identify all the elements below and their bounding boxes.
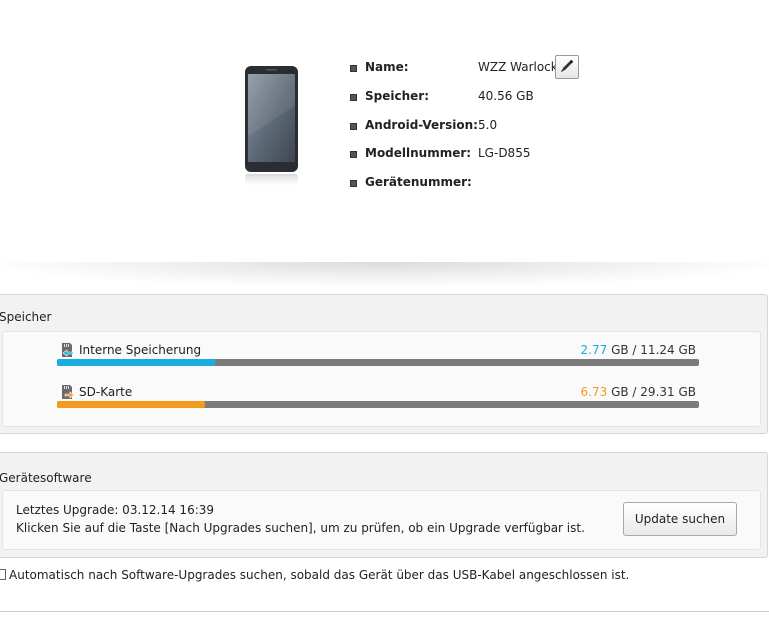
edit-name-button[interactable] bbox=[555, 55, 579, 79]
info-row-name: Name: bbox=[350, 59, 409, 75]
sd-card-bar bbox=[57, 401, 699, 408]
square-bullet-icon bbox=[350, 65, 357, 72]
upgrade-instruction-text: Klicken Sie auf die Taste [Nach Upgrades… bbox=[16, 521, 585, 535]
internal-storage-separator: / bbox=[632, 343, 637, 357]
square-bullet-icon bbox=[350, 151, 357, 158]
android-version-value: 5.0 bbox=[478, 118, 498, 132]
name-value: WZZ Warlock bbox=[478, 60, 558, 74]
info-row-model: Modellnummer: bbox=[350, 145, 471, 161]
internal-storage-label: Interne Speicherung bbox=[79, 343, 202, 357]
sd-card-used-unit: GB bbox=[611, 385, 629, 399]
software-panel-title: Gerätesoftware bbox=[0, 471, 92, 485]
sd-card-separator: / bbox=[632, 385, 637, 399]
storage-value: 40.56 GB bbox=[478, 89, 534, 103]
auto-upgrade-label: Automatisch nach Software-Upgrades suche… bbox=[9, 568, 630, 582]
storage-row-internal: Interne Speicherung 2.77 GB / 11.24 GB bbox=[57, 342, 699, 376]
internal-storage-used: 2.77 bbox=[580, 343, 608, 357]
sd-card-used: 6.73 bbox=[580, 385, 608, 399]
info-row-storage: Speicher: bbox=[350, 88, 429, 104]
sd-card-icon bbox=[59, 384, 75, 400]
internal-storage-used-unit: GB bbox=[611, 343, 629, 357]
sd-card-amount: 6.73 GB / 29.31 GB bbox=[581, 385, 696, 399]
internal-storage-bar bbox=[57, 359, 699, 366]
storage-label: Speicher: bbox=[365, 89, 429, 103]
sd-card-total: 29.31 GB bbox=[640, 385, 696, 399]
model-number-value: LG-D855 bbox=[478, 146, 531, 160]
square-bullet-icon bbox=[350, 123, 357, 130]
internal-storage-icon bbox=[59, 342, 75, 358]
auto-upgrade-checkbox[interactable] bbox=[0, 569, 6, 580]
sd-card-label: SD-Karte bbox=[79, 385, 133, 399]
internal-storage-bar-fill bbox=[57, 359, 215, 366]
bottom-divider bbox=[0, 611, 769, 612]
internal-storage-amount: 2.77 GB / 11.24 GB bbox=[581, 343, 696, 357]
info-row-serial: Gerätenummer: bbox=[350, 174, 472, 190]
sd-card-bar-fill bbox=[57, 401, 205, 408]
last-upgrade-text: Letztes Upgrade: 03.12.14 16:39 bbox=[16, 503, 215, 517]
serial-number-label: Gerätenummer: bbox=[365, 175, 472, 189]
name-label: Name: bbox=[365, 60, 409, 74]
update-search-button[interactable]: Update suchen bbox=[623, 502, 737, 536]
internal-storage-total: 11.24 GB bbox=[640, 343, 696, 357]
android-version-label: Android-Version: bbox=[365, 118, 478, 132]
info-row-android: Android-Version: bbox=[350, 117, 478, 133]
square-bullet-icon bbox=[350, 180, 357, 187]
storage-panel-title: Speicher bbox=[0, 310, 52, 324]
phone-image bbox=[244, 66, 299, 190]
pencil-icon bbox=[559, 58, 575, 77]
model-number-label: Modellnummer: bbox=[365, 146, 472, 160]
storage-row-sd: SD-Karte 6.73 GB / 29.31 GB bbox=[57, 384, 699, 418]
section-divider-shadow bbox=[0, 262, 769, 286]
square-bullet-icon bbox=[350, 94, 357, 101]
